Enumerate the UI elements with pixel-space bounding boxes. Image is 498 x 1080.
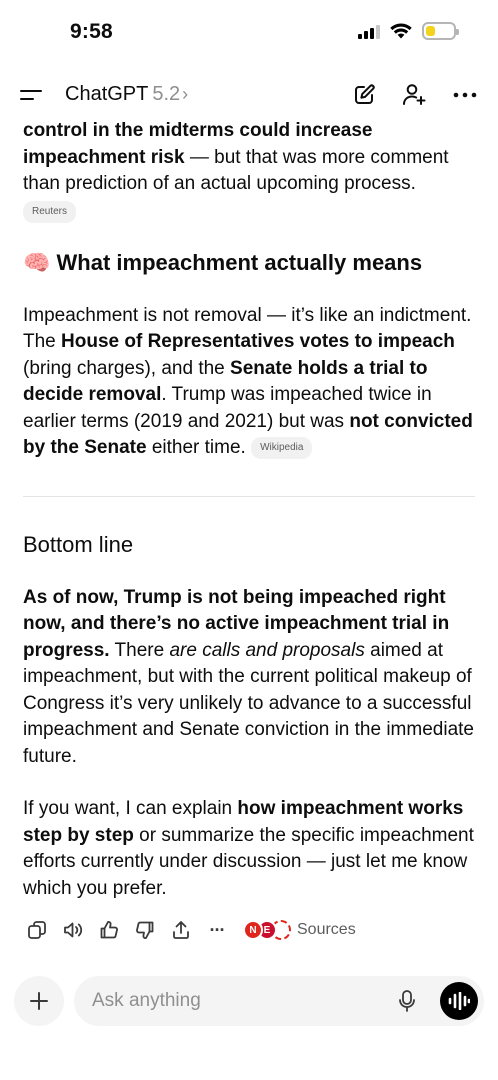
section-heading-bottom-line: Bottom line (23, 531, 134, 557)
paragraph-midterms: control in the midterms could increase i… (23, 118, 478, 198)
thumbs-up-icon[interactable] (95, 916, 123, 944)
cellular-signal-icon (358, 23, 380, 39)
source-logo: N (243, 920, 263, 940)
brain-icon: 🧠 (23, 249, 51, 275)
status-bar: 9:58 (0, 0, 498, 66)
text: either time. (146, 437, 252, 458)
copy-icon[interactable] (23, 916, 51, 944)
add-person-icon[interactable] (400, 81, 428, 109)
model-version: 5.2 (152, 83, 181, 105)
menu-icon[interactable] (20, 84, 44, 106)
source-chip-wikipedia[interactable]: Wikipedia (251, 436, 313, 459)
source-logos: N E (243, 918, 293, 942)
app-header: ChatGPT 5.2 › (0, 72, 498, 118)
attach-button[interactable] (14, 976, 64, 1026)
italic-text: are calls and proposals (169, 639, 365, 661)
thumbs-down-icon[interactable] (131, 916, 159, 944)
text: (bring charges), and the (23, 357, 231, 379)
heading-text: What impeachment actually means (56, 249, 423, 275)
new-chat-icon[interactable] (350, 81, 378, 109)
battery-level (426, 26, 436, 36)
paragraph-bottom-line: As of now, Trump is not being impeached … (23, 585, 478, 771)
bold-text: House of Representatives votes to impeac… (61, 331, 455, 352)
sources-button[interactable]: N E Sources (243, 918, 356, 942)
source-chip-reuters[interactable]: Reuters (23, 200, 77, 223)
text: There (109, 639, 170, 661)
paragraph-impeachment-meaning: Impeachment is not removal — it’s like a… (23, 303, 478, 462)
section-heading: 🧠 What impeachment actually means (23, 249, 478, 277)
app-title: ChatGPT (65, 83, 149, 105)
plus-icon (30, 992, 48, 1010)
message-input[interactable] (92, 988, 372, 1014)
text: If you want, I can explain (23, 798, 238, 819)
composer (74, 976, 484, 1026)
message-actions: ··· N E Sources (23, 916, 356, 944)
paragraph-offer: If you want, I can explain how impeachme… (23, 796, 478, 902)
assistant-message: control in the midterms could increase i… (23, 118, 478, 902)
chevron-right-icon: › (182, 84, 189, 104)
wifi-icon (390, 23, 412, 39)
model-selector[interactable]: ChatGPT 5.2 › (65, 83, 188, 106)
status-icons (358, 22, 459, 40)
waveform-icon (448, 992, 470, 1010)
share-icon[interactable] (167, 916, 195, 944)
sources-label: Sources (297, 921, 356, 938)
status-time: 9:58 (70, 20, 113, 43)
more-icon[interactable]: ··· (203, 916, 231, 944)
voice-mode-button[interactable] (440, 982, 478, 1020)
microphone-icon[interactable] (394, 988, 420, 1014)
divider (23, 495, 475, 497)
read-aloud-icon[interactable] (59, 916, 87, 944)
more-icon[interactable] (451, 81, 479, 109)
battery-icon (422, 22, 459, 40)
